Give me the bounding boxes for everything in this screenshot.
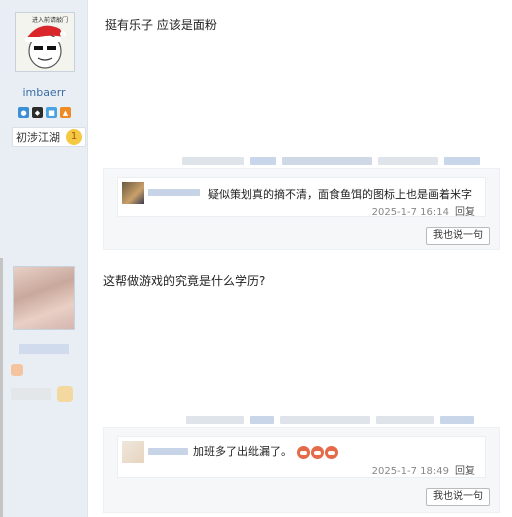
rank-blurred bbox=[11, 388, 51, 400]
angry-face-icon bbox=[310, 445, 324, 459]
say-something-button[interactable]: 我也说一句 bbox=[426, 488, 490, 506]
rank-star-icon: 1 bbox=[66, 129, 82, 145]
toolbar-link-blurred[interactable] bbox=[378, 157, 438, 165]
post-content: 这帮做游戏的究竟是什么学历? bbox=[103, 274, 266, 288]
commenter-name-blurred[interactable] bbox=[148, 448, 188, 455]
angry-face-icon bbox=[324, 445, 338, 459]
rank-tag: 初涉江湖 1 bbox=[12, 127, 86, 147]
post-1: 进入前请敲门 imbaerr ● ◆ ■ ▲ 初涉江湖 1 挺有乐子 应该是面粉… bbox=[0, 0, 512, 258]
badge-blue-icon[interactable]: ● bbox=[18, 107, 29, 118]
commenter-avatar[interactable] bbox=[122, 182, 144, 204]
user-avatar[interactable]: 进入前请敲门 bbox=[15, 12, 75, 72]
avatar-caption: 进入前请敲门 bbox=[32, 17, 69, 24]
toolbar-link-blurred[interactable] bbox=[280, 416, 370, 424]
comment-text: 疑似策划真的摘不清，面食鱼饵的图标上也是画着米字 bbox=[208, 188, 472, 201]
commenter-avatar[interactable] bbox=[122, 441, 144, 463]
post-1-sidebar: 进入前请敲门 imbaerr ● ◆ ■ ▲ 初涉江湖 1 bbox=[0, 0, 88, 258]
comment-box: 疑似策划真的摘不清，面食鱼饵的图标上也是画着米字 2025-1-7 16:14 回… bbox=[103, 168, 500, 250]
toolbar-link-blurred[interactable] bbox=[444, 157, 480, 165]
user-avatar[interactable] bbox=[13, 266, 75, 330]
comment-item: 疑似策划真的摘不清，面食鱼饵的图标上也是画着米字 2025-1-7 16:14 回… bbox=[117, 177, 486, 218]
badge-lightblue-icon[interactable]: ■ bbox=[46, 107, 57, 118]
reply-link[interactable]: 回复 bbox=[455, 207, 475, 218]
rank-label: 初涉江湖 bbox=[16, 131, 60, 144]
badge-blurred bbox=[11, 364, 23, 376]
post-2: 这帮做游戏的究竟是什么学历? 加班多了出纰漏了。 2025-1-7 18:49 回… bbox=[0, 258, 512, 517]
post-toolbar bbox=[182, 157, 480, 165]
post-toolbar bbox=[186, 416, 474, 424]
rank-star-blurred bbox=[57, 386, 73, 402]
medal-badges: ● ◆ ■ ▲ bbox=[18, 107, 71, 118]
comment-line: 加班多了出纰漏了。 bbox=[193, 443, 338, 459]
toolbar-link-blurred[interactable] bbox=[186, 416, 244, 424]
comment-meta: 2025-1-7 16:14 回复 bbox=[372, 203, 475, 218]
say-something-button[interactable]: 我也说一句 bbox=[426, 227, 490, 245]
comment-item: 加班多了出纰漏了。 2025-1-7 18:49 回复 bbox=[117, 436, 486, 478]
comment-box: 加班多了出纰漏了。 2025-1-7 18:49 回复 我也说一句 bbox=[103, 427, 500, 513]
comment-text: 加班多了出纰漏了。 bbox=[193, 445, 292, 458]
badge-black-icon[interactable]: ◆ bbox=[32, 107, 43, 118]
username[interactable]: imbaerr bbox=[0, 86, 88, 99]
badge-orange-icon[interactable]: ▲ bbox=[60, 107, 71, 118]
comment-time: 2025-1-7 16:14 bbox=[371, 207, 449, 218]
toolbar-link-blurred[interactable] bbox=[250, 416, 274, 424]
commenter-name-blurred[interactable] bbox=[148, 189, 200, 196]
username-blurred[interactable] bbox=[19, 344, 69, 354]
post-2-sidebar bbox=[0, 258, 88, 517]
comment-time: 2025-1-7 18:49 bbox=[371, 466, 449, 477]
reply-link[interactable]: 回复 bbox=[455, 466, 475, 477]
toolbar-link-blurred[interactable] bbox=[182, 157, 244, 165]
toolbar-link-blurred[interactable] bbox=[282, 157, 372, 165]
comment-meta: 2025-1-7 18:49 回复 bbox=[372, 462, 475, 477]
post-content: 挺有乐子 应该是面粉 bbox=[105, 18, 217, 32]
angry-face-icon bbox=[296, 445, 310, 459]
toolbar-link-blurred[interactable] bbox=[250, 157, 276, 165]
toolbar-link-blurred[interactable] bbox=[376, 416, 434, 424]
toolbar-link-blurred[interactable] bbox=[440, 416, 474, 424]
